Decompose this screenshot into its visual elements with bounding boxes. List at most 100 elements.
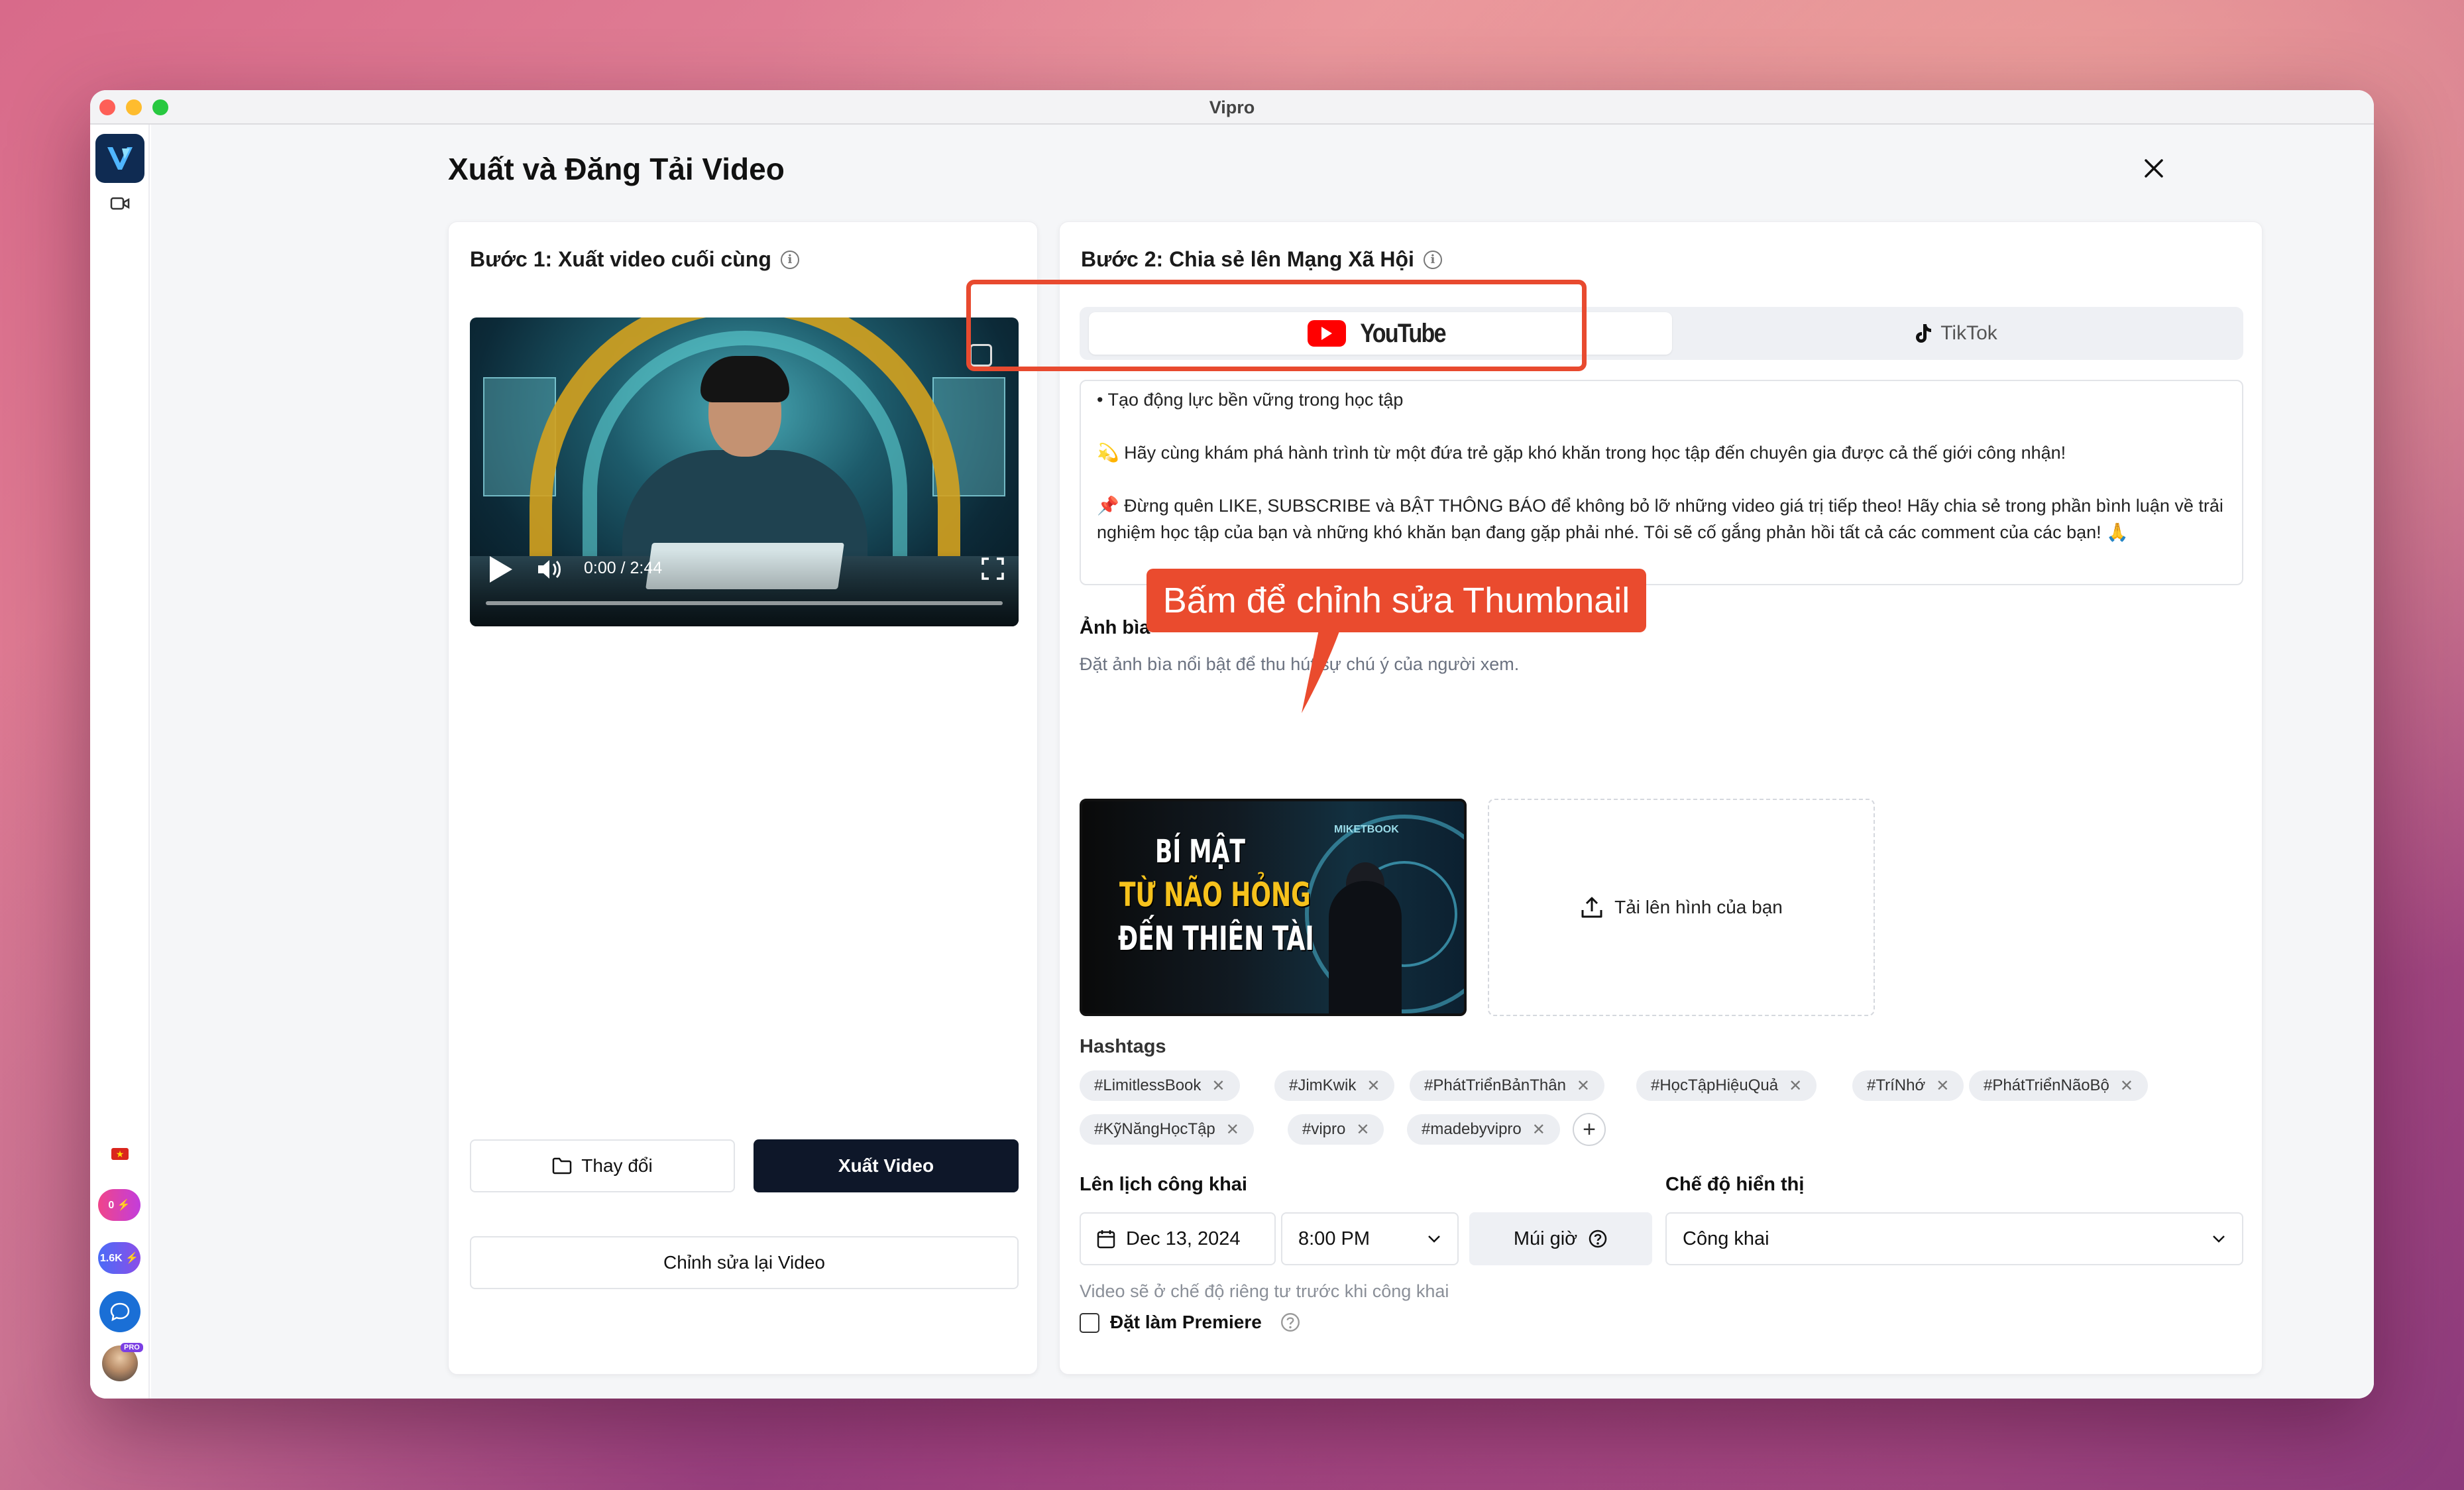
step1-title: Bước 1: Xuất video cuối cùng i xyxy=(470,247,799,272)
video-time: 0:00 / 2:44 xyxy=(584,559,663,577)
re-edit-video-label: Chỉnh sửa lại Video xyxy=(663,1252,825,1273)
video-camera-icon[interactable] xyxy=(109,192,131,215)
video-scene-figure xyxy=(700,356,789,402)
hashtag-chip[interactable]: #JimKwik ✕ xyxy=(1274,1070,1395,1101)
schedule-label: Lên lịch công khai xyxy=(1080,1174,1247,1195)
schedule-date-picker[interactable]: Dec 13, 2024 xyxy=(1080,1212,1276,1265)
hashtag-chip[interactable]: #vipro ✕ xyxy=(1288,1114,1384,1145)
hashtags-label: Hashtags xyxy=(1080,1036,1166,1057)
hashtag-chip[interactable]: #PhátTriểnBảnThân ✕ xyxy=(1410,1070,1605,1101)
thumbnail-art-figure xyxy=(1329,881,1402,1013)
upload-cover-label: Tải lên hình của bạn xyxy=(1614,897,1783,917)
hashtag-chip[interactable]: #TríNhớ ✕ xyxy=(1852,1070,1964,1101)
app-logo-icon[interactable] xyxy=(95,134,144,183)
step1-title-text: Bước 1: Xuất video cuối cùng xyxy=(470,247,771,271)
share-card: Bước 2: Chia sẻ lên Mạng Xã Hội i YouTub… xyxy=(1059,221,2263,1375)
visibility-value: Công khai xyxy=(1683,1228,1769,1249)
thumbnail-title-line: BÍ MẬT xyxy=(1155,833,1245,870)
timezone-button[interactable]: Múi giờ xyxy=(1469,1212,1652,1265)
visibility-label: Chế độ hiển thị xyxy=(1665,1174,1805,1195)
hashtag-text: #HọcTậpHiệuQuả xyxy=(1651,1076,1779,1094)
add-hashtag-button[interactable]: + xyxy=(1573,1113,1606,1146)
window-title: Vipro xyxy=(1209,97,1255,117)
tab-tiktok-label: TikTok xyxy=(1940,322,1997,344)
hashtag-text: #PhátTriểnBảnThân xyxy=(1424,1076,1566,1094)
folder-icon xyxy=(553,1157,572,1175)
pro-badge: PRO xyxy=(121,1343,143,1352)
cover-label: Ảnh bìa xyxy=(1080,617,1150,638)
chevron-down-icon xyxy=(2213,1235,2225,1243)
hashtag-chip[interactable]: #madebyvipro ✕ xyxy=(1407,1114,1560,1145)
hashtag-text: #JimKwik xyxy=(1289,1076,1357,1094)
hashtag-text: #KỹNăngHọcTập xyxy=(1094,1120,1215,1138)
vietnam-flag-icon[interactable]: ★ xyxy=(111,1148,129,1160)
credit-badge[interactable]: 1.6K ⚡ xyxy=(98,1242,140,1274)
hashtag-chip[interactable]: #LimitlessBook ✕ xyxy=(1080,1070,1240,1101)
tiktok-logo-icon xyxy=(1916,324,1932,343)
hashtag-chip[interactable]: #KỹNăngHọcTập ✕ xyxy=(1080,1114,1254,1145)
hashtag-text: #TríNhớ xyxy=(1867,1076,1926,1094)
sidebar: ★ 0 ⚡ 1.6K ⚡ PRO xyxy=(90,125,150,1399)
thumbnail-title-line: ĐẾN THIÊN TÀI xyxy=(1118,919,1314,958)
remove-tag-icon[interactable]: ✕ xyxy=(1532,1120,1545,1139)
schedule-time-select[interactable]: 8:00 PM xyxy=(1281,1212,1459,1265)
remove-tag-icon[interactable]: ✕ xyxy=(1211,1076,1225,1096)
premiere-help-icon[interactable] xyxy=(1280,1312,1301,1336)
play-icon[interactable] xyxy=(490,556,512,583)
remove-tag-icon[interactable]: ✕ xyxy=(1226,1120,1239,1139)
thumbnail-callout: Bấm để chỉnh sửa Thumbnail xyxy=(1147,569,1646,632)
thumbnail-title-line: TỪ NÃO HỎNG xyxy=(1119,876,1311,914)
export-card: Bước 1: Xuất video cuối cùng i 0:00 / 2:… xyxy=(448,221,1038,1375)
visibility-select[interactable]: Công khai xyxy=(1665,1212,2243,1265)
video-player[interactable]: 0:00 / 2:44 xyxy=(470,317,1019,626)
description-line: • Tạo động lực bền vững trong học tập xyxy=(1097,390,1404,410)
upload-cover-dropzone[interactable]: Tải lên hình của bạn xyxy=(1488,799,1875,1016)
calendar-icon xyxy=(1097,1230,1115,1249)
page-title: Xuất và Đăng Tải Video xyxy=(448,152,785,186)
description-line: 📌 Đừng quên LIKE, SUBSCRIBE và BẬT THÔNG… xyxy=(1097,496,2223,542)
remove-tag-icon[interactable]: ✕ xyxy=(1789,1076,1802,1096)
hashtag-text: #madebyvipro xyxy=(1422,1120,1522,1138)
premiere-label: Đặt làm Premiere xyxy=(1110,1312,1262,1332)
export-video-label: Xuất Video xyxy=(838,1155,934,1176)
video-progress-bar[interactable] xyxy=(486,601,1003,605)
volume-icon[interactable] xyxy=(536,557,563,581)
hashtag-chip[interactable]: #HọcTậpHiệuQuả ✕ xyxy=(1636,1070,1817,1101)
remove-tag-icon[interactable]: ✕ xyxy=(2120,1076,2133,1096)
title-bar: Vipro xyxy=(90,90,2374,125)
re-edit-video-button[interactable]: Chỉnh sửa lại Video xyxy=(470,1236,1019,1289)
hashtag-text: #LimitlessBook xyxy=(1094,1076,1202,1094)
premiere-checkbox[interactable] xyxy=(1080,1313,1099,1333)
description-textarea[interactable]: • Tạo động lực bền vững trong học tập 💫 … xyxy=(1080,380,2243,585)
hashtag-chip[interactable]: #PhátTriểnNãoBộ ✕ xyxy=(1969,1070,2148,1101)
upload-icon xyxy=(1581,897,1602,918)
info-icon[interactable]: i xyxy=(1423,250,1442,269)
callout-pointer xyxy=(1302,630,1340,713)
export-video-button[interactable]: Xuất Video xyxy=(754,1139,1019,1192)
remove-tag-icon[interactable]: ✕ xyxy=(1577,1076,1590,1096)
change-button-label: Thay đổi xyxy=(581,1155,653,1176)
thumbnail-brand: MIKETBOOK xyxy=(1334,824,1399,835)
remove-tag-icon[interactable]: ✕ xyxy=(1367,1076,1380,1096)
coin-badge[interactable]: 0 ⚡ xyxy=(98,1189,140,1221)
step2-title: Bước 2: Chia sẻ lên Mạng Xã Hội i xyxy=(1081,247,1442,272)
description-line: 💫 Hãy cùng khám phá hành trình từ một đứ… xyxy=(1097,443,2066,463)
timezone-label: Múi giờ xyxy=(1513,1228,1578,1249)
change-button[interactable]: Thay đổi xyxy=(470,1139,735,1192)
close-icon[interactable] xyxy=(2139,154,2168,183)
schedule-time-value: 8:00 PM xyxy=(1298,1228,1370,1249)
schedule-date-value: Dec 13, 2024 xyxy=(1126,1228,1241,1249)
remove-tag-icon[interactable]: ✕ xyxy=(1936,1076,1949,1096)
remove-tag-icon[interactable]: ✕ xyxy=(1356,1120,1369,1139)
hashtag-text: #PhátTriểnNãoBộ xyxy=(1984,1076,2109,1094)
info-icon[interactable]: i xyxy=(780,250,799,269)
fullscreen-icon[interactable] xyxy=(981,557,1004,580)
schedule-note: Video sẽ ở chế độ riêng tư trước khi côn… xyxy=(1080,1281,1449,1301)
chevron-down-icon xyxy=(1428,1235,1440,1243)
chat-support-button[interactable] xyxy=(99,1291,140,1332)
thumbnail-preview[interactable]: MIKETBOOK BÍ MẬT TỪ NÃO HỎNG ĐẾN THIÊN T… xyxy=(1080,799,1467,1016)
step2-title-text: Bước 2: Chia sẻ lên Mạng Xã Hội xyxy=(1081,247,1414,271)
tab-tiktok[interactable]: TikTok xyxy=(1676,312,2235,355)
youtube-tab-highlight xyxy=(966,280,1587,371)
help-icon xyxy=(1589,1230,1607,1248)
